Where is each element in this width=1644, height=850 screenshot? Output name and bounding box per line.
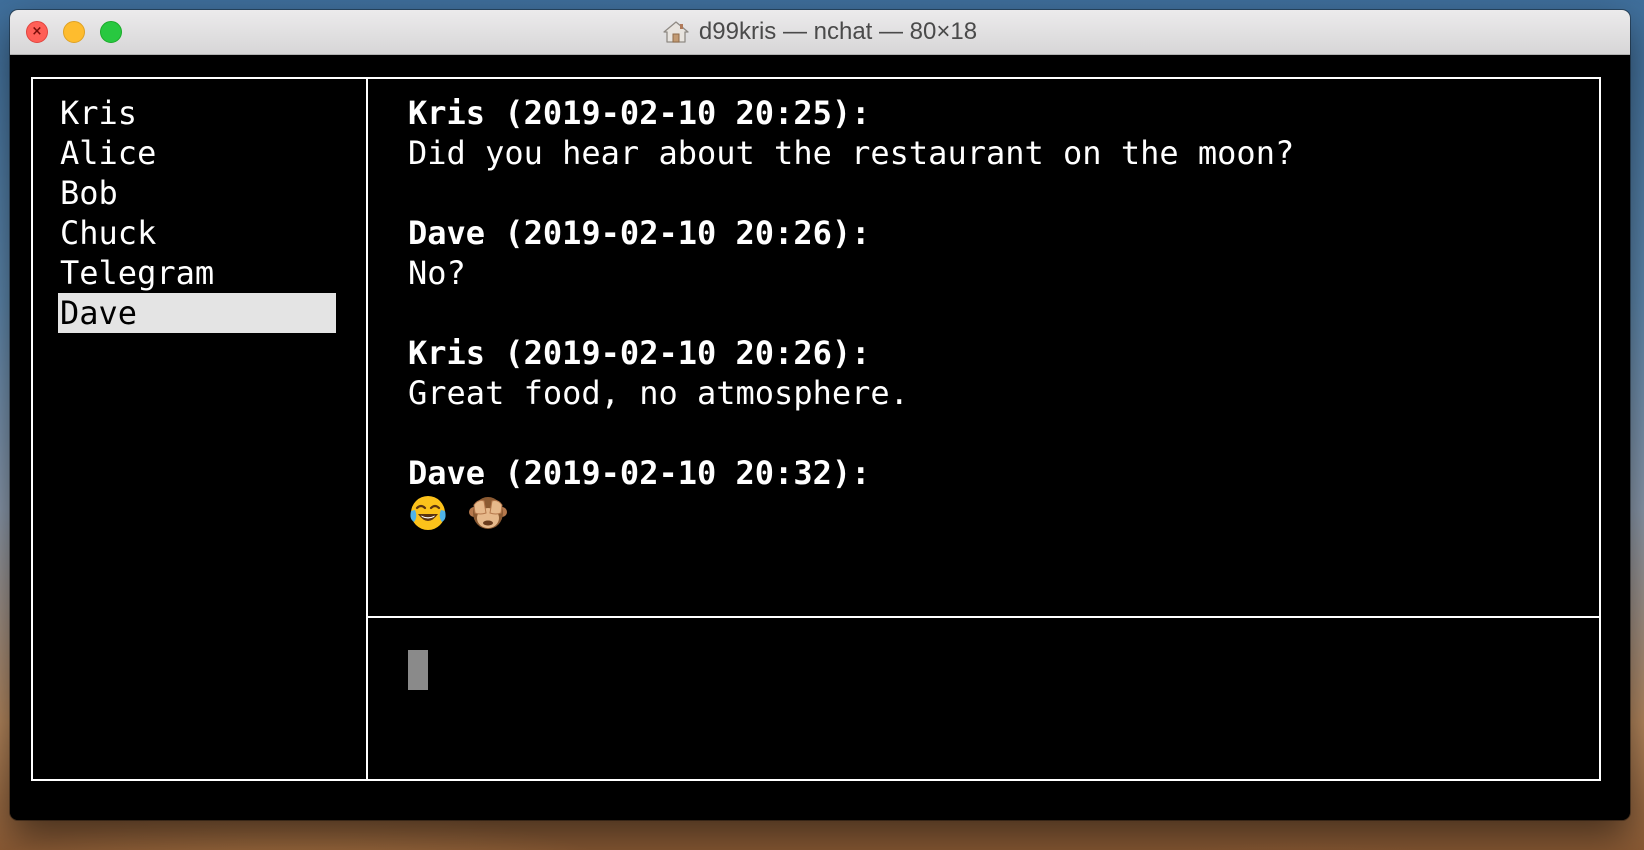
message: Dave (2019-02-10 20:32):	[408, 453, 1578, 533]
message-body	[408, 493, 1578, 533]
contact-item-kris[interactable]: Kris	[58, 93, 336, 133]
contact-list: Kris Alice Bob Chuck Telegram Dave	[58, 93, 336, 333]
message: Kris (2019-02-10 20:25): Did you hear abo…	[408, 93, 1578, 173]
panel-divider-vertical	[366, 77, 368, 781]
message-header: Kris (2019-02-10 20:26):	[408, 334, 871, 372]
message-body: Did you hear about the restaurant on the…	[408, 134, 1295, 172]
contact-item-telegram[interactable]: Telegram	[58, 253, 336, 293]
see-no-evil-monkey-emoji	[469, 497, 507, 529]
message-body: No?	[408, 254, 466, 292]
terminal-window: × d99kris — nchat — 80×18 Kris Alice Bob Ch…	[10, 10, 1630, 820]
title-bar[interactable]: × d99kris — nchat — 80×18	[10, 10, 1630, 55]
face-with-tears-of-joy-emoji	[410, 496, 446, 530]
terminal-content[interactable]: Kris Alice Bob Chuck Telegram Dave Kris (2019…	[10, 55, 1630, 820]
message-header: Kris (2019-02-10 20:25):	[408, 94, 871, 132]
home-icon	[663, 21, 689, 43]
contact-item-dave[interactable]: Dave	[58, 293, 336, 333]
window-title: d99kris — nchat — 80×18	[10, 10, 1630, 54]
contact-item-alice[interactable]: Alice	[58, 133, 336, 173]
message-header: Dave (2019-02-10 20:26):	[408, 214, 871, 252]
text-cursor	[408, 650, 428, 690]
contact-item-bob[interactable]: Bob	[58, 173, 336, 213]
message-body: Great food, no atmosphere.	[408, 374, 909, 412]
panel-divider-horizontal	[366, 616, 1601, 618]
message: Kris (2019-02-10 20:26): Great food, no a…	[408, 333, 1578, 413]
message-history: Kris (2019-02-10 20:25): Did you hear abo…	[408, 93, 1578, 573]
message-input[interactable]	[408, 650, 1578, 770]
contact-item-chuck[interactable]: Chuck	[58, 213, 336, 253]
message: Dave (2019-02-10 20:26): No?	[408, 213, 1578, 293]
window-title-text: d99kris — nchat — 80×18	[698, 18, 978, 45]
message-header: Dave (2019-02-10 20:32):	[408, 454, 871, 492]
